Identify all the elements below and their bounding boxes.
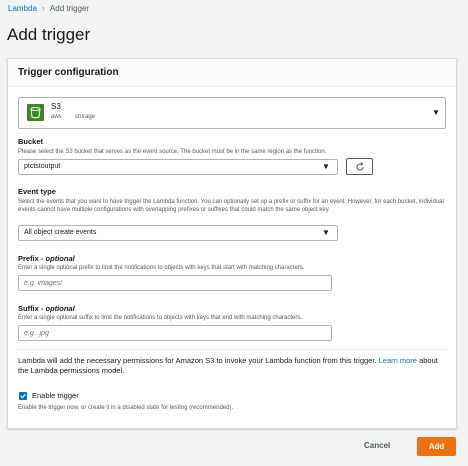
event-type-description: Select the events that you want to have …: [18, 199, 444, 213]
enable-trigger-checkbox[interactable]: [19, 392, 27, 400]
trigger-source-select[interactable]: S3 aws storage ▼: [18, 97, 446, 129]
bucket-label: Bucket: [18, 137, 44, 146]
panel-title: Trigger configuration: [18, 67, 119, 78]
event-type-value: All object create events: [24, 229, 97, 236]
trigger-configuration-panel: Trigger configuration S3 aws storage ▼ B…: [7, 58, 457, 429]
caret-down-icon: ▼: [322, 228, 330, 237]
enable-trigger-label[interactable]: Enable trigger: [32, 391, 79, 400]
suffix-label-text: Suffix: [18, 304, 39, 313]
prefix-label: Prefix - optional: [18, 254, 75, 263]
refresh-button[interactable]: [346, 158, 373, 175]
event-type-label: Event type: [18, 187, 56, 196]
cancel-button[interactable]: Cancel: [364, 441, 390, 450]
suffix-description: Enter a single optional suffix to limit …: [18, 315, 303, 321]
caret-down-icon: ▼: [432, 108, 440, 117]
divider: [18, 349, 446, 350]
breadcrumb-lambda-link[interactable]: Lambda: [8, 4, 37, 13]
panel-header: Trigger configuration: [8, 59, 456, 87]
caret-down-icon: ▼: [322, 162, 330, 171]
breadcrumb: Lambda › Add trigger: [8, 3, 89, 13]
page-title: Add trigger: [7, 25, 91, 44]
source-tag: storage: [75, 114, 96, 120]
breadcrumb-current: Add trigger: [49, 3, 90, 13]
prefix-label-text: Prefix: [18, 254, 39, 263]
bucket-value: ptctstoutput: [24, 163, 61, 170]
prefix-description: Enter a single optional prefix to limit …: [18, 265, 305, 271]
s3-icon: [27, 104, 44, 121]
prefix-optional: optional: [45, 254, 75, 263]
suffix-input[interactable]: [18, 325, 332, 341]
refresh-icon: [356, 162, 364, 171]
event-type-select[interactable]: All object create events ▼: [18, 225, 338, 241]
learn-more-link[interactable]: Learn more: [379, 356, 417, 365]
source-tag: aws: [51, 114, 62, 120]
checkmark-icon: [20, 393, 26, 399]
permissions-text: Lambda will add the necessary permission…: [18, 356, 377, 365]
bucket-select[interactable]: ptctstoutput ▼: [18, 159, 338, 175]
permissions-note: Lambda will add the necessary permission…: [18, 356, 448, 376]
source-name: S3: [51, 102, 61, 111]
prefix-input[interactable]: [18, 275, 332, 291]
chevron-right-icon: ›: [41, 3, 45, 13]
add-button[interactable]: Add: [417, 437, 456, 456]
enable-trigger-description: Enable the trigger now, or create it in …: [18, 405, 234, 411]
suffix-label: Suffix - optional: [18, 304, 75, 313]
suffix-optional: optional: [45, 304, 75, 313]
bucket-description: Please select the S3 bucket that serves …: [18, 149, 327, 155]
